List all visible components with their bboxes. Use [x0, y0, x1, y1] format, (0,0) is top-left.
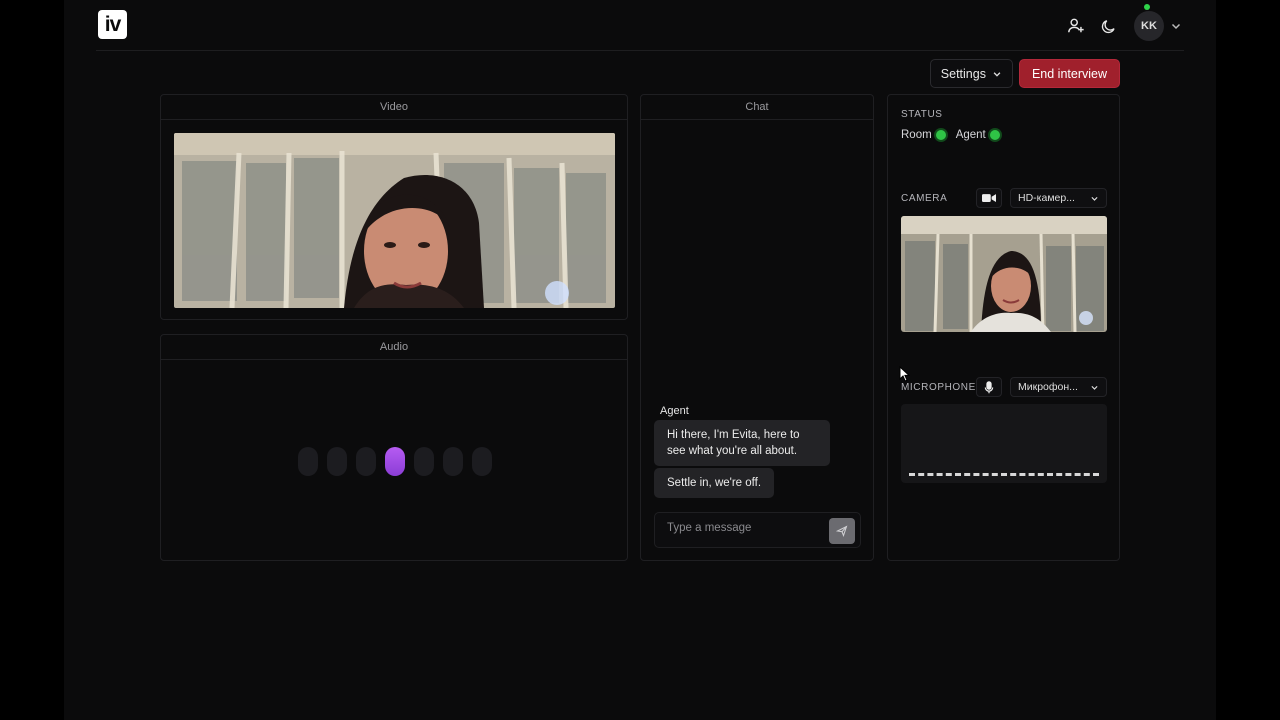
message-input[interactable] [667, 522, 827, 534]
microphone-level-baseline [909, 473, 1099, 476]
audio-visualizer [298, 447, 492, 476]
video-camera-icon [982, 194, 996, 202]
chevron-down-icon [993, 71, 1001, 77]
chat-input-box [654, 512, 861, 548]
add-user-icon[interactable] [1060, 10, 1092, 42]
audio-bar [472, 447, 492, 476]
camera-device-value: HD-камер... [1018, 192, 1075, 204]
status-room: Room [901, 129, 946, 141]
microphone-device-select[interactable]: Микрофон... [1010, 377, 1107, 397]
status-section-label: STATUS [901, 109, 943, 120]
audio-panel-title: Audio [161, 335, 627, 360]
chevron-down-icon[interactable] [1170, 19, 1184, 33]
chat-message: Settle in, we're off. [654, 468, 775, 498]
settings-button-label: Settings [940, 66, 986, 81]
dark-mode-moon-icon[interactable] [1092, 10, 1124, 42]
microphone-icon [984, 380, 994, 393]
send-icon [836, 525, 848, 537]
send-button[interactable] [829, 518, 855, 544]
camera-toggle-button[interactable] [976, 188, 1002, 208]
top-right-controls: KK [1060, 10, 1184, 42]
chevron-down-icon [1091, 196, 1098, 201]
camera-section-label: CAMERA [901, 193, 948, 204]
user-avatar[interactable]: KK [1134, 11, 1164, 41]
microphone-device-value: Микрофон... [1018, 381, 1078, 393]
status-agent: Agent [956, 129, 1000, 141]
audio-panel: Audio [160, 334, 628, 561]
interview-actions: Settings End interview [929, 59, 1120, 88]
video-panel: Video [160, 94, 628, 320]
camera-device-select[interactable]: HD-камер... [1010, 188, 1107, 208]
audio-bar [327, 447, 347, 476]
settings-button[interactable]: Settings [929, 59, 1013, 88]
audio-bar [356, 447, 376, 476]
device-sidebar: STATUS Room Agent CAMERA HD-камер... MIC… [887, 94, 1120, 561]
audio-bar-active [385, 447, 405, 476]
top-bar: iv KK [96, 0, 1184, 51]
mouse-cursor-icon [899, 365, 911, 387]
status-agent-label: Agent [955, 129, 986, 141]
microphone-level-meter [901, 404, 1107, 483]
end-interview-button[interactable]: End interview [1018, 59, 1120, 88]
message-author: Agent [660, 405, 689, 417]
status-ok-dot-icon [989, 130, 1000, 140]
chat-panel: Chat Agent Hi there, I'm Evita, here to … [640, 94, 874, 561]
chevron-down-icon [1091, 385, 1098, 390]
app-logo[interactable]: iv [98, 10, 127, 39]
microphone-toggle-button[interactable] [976, 377, 1002, 397]
audio-bar [298, 447, 318, 476]
status-room-label: Room [901, 129, 932, 141]
chat-message: Hi there, I'm Evita, here to see what yo… [654, 420, 830, 466]
remote-video-feed [174, 133, 615, 308]
local-camera-preview [901, 216, 1107, 332]
video-panel-title: Video [161, 95, 627, 120]
status-ok-dot-icon [935, 130, 946, 140]
chat-panel-title: Chat [641, 95, 873, 120]
audio-bar [414, 447, 434, 476]
audio-bar [443, 447, 463, 476]
microphone-section-label: MICROPHONE [901, 382, 976, 393]
status-row: Room Agent [901, 129, 1000, 141]
